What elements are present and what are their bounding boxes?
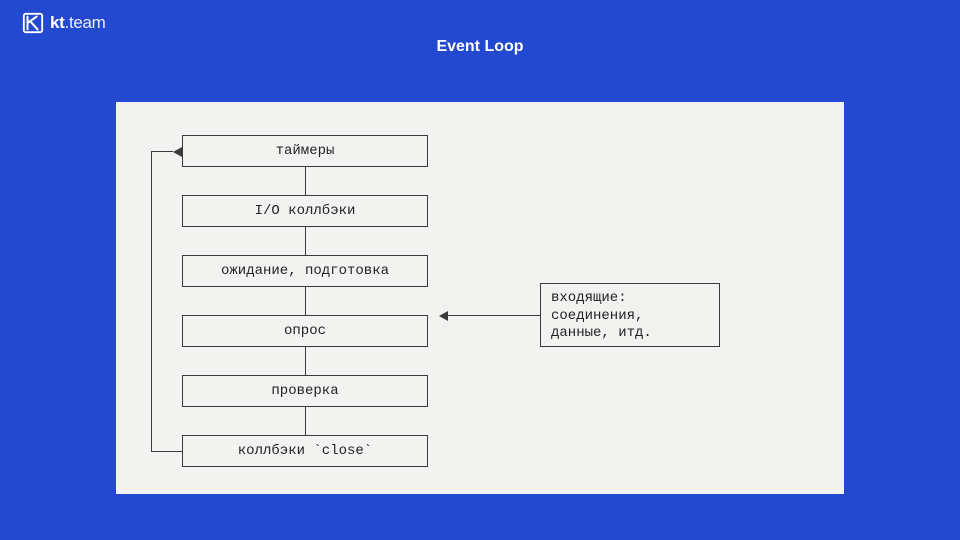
connector: [305, 407, 306, 435]
incoming-box: входящие: соединения, данные, итд.: [540, 283, 720, 347]
stage-close-callbacks: коллбэки `close`: [182, 435, 428, 467]
slide-title: Event Loop: [0, 38, 960, 56]
brand-text: kt.team: [50, 13, 106, 33]
connector: [305, 227, 306, 255]
stage-idle-prepare: ожидание, подготовка: [182, 255, 428, 287]
incoming-line: данные, итд.: [551, 325, 709, 343]
stage-check: проверка: [182, 375, 428, 407]
brand-logo: kt.team: [22, 12, 106, 34]
diagram-panel: таймеры I/O коллбэки ожидание, подготовк…: [116, 102, 844, 494]
brand-light: .team: [65, 13, 106, 32]
brand-bold: kt: [50, 13, 65, 32]
kt-logo-icon: [22, 12, 44, 34]
incoming-connector: [448, 315, 540, 316]
loop-connector: [151, 151, 173, 152]
incoming-line: соединения,: [551, 308, 709, 326]
stage-poll: опрос: [182, 315, 428, 347]
loop-connector: [151, 151, 152, 451]
stage-io-callbacks: I/O коллбэки: [182, 195, 428, 227]
connector: [305, 287, 306, 315]
incoming-line: входящие:: [551, 290, 709, 308]
stage-label: коллбэки `close`: [238, 443, 372, 459]
loop-connector: [151, 451, 182, 452]
stage-label: таймеры: [276, 143, 335, 159]
loop-arrow-icon: [173, 147, 182, 157]
stage-label: проверка: [271, 383, 338, 399]
stage-label: ожидание, подготовка: [221, 263, 389, 279]
stage-timers: таймеры: [182, 135, 428, 167]
connector: [305, 347, 306, 375]
stage-label: опрос: [284, 323, 326, 339]
incoming-arrow-icon: [439, 311, 448, 321]
connector: [305, 167, 306, 195]
stage-label: I/O коллбэки: [255, 203, 356, 219]
